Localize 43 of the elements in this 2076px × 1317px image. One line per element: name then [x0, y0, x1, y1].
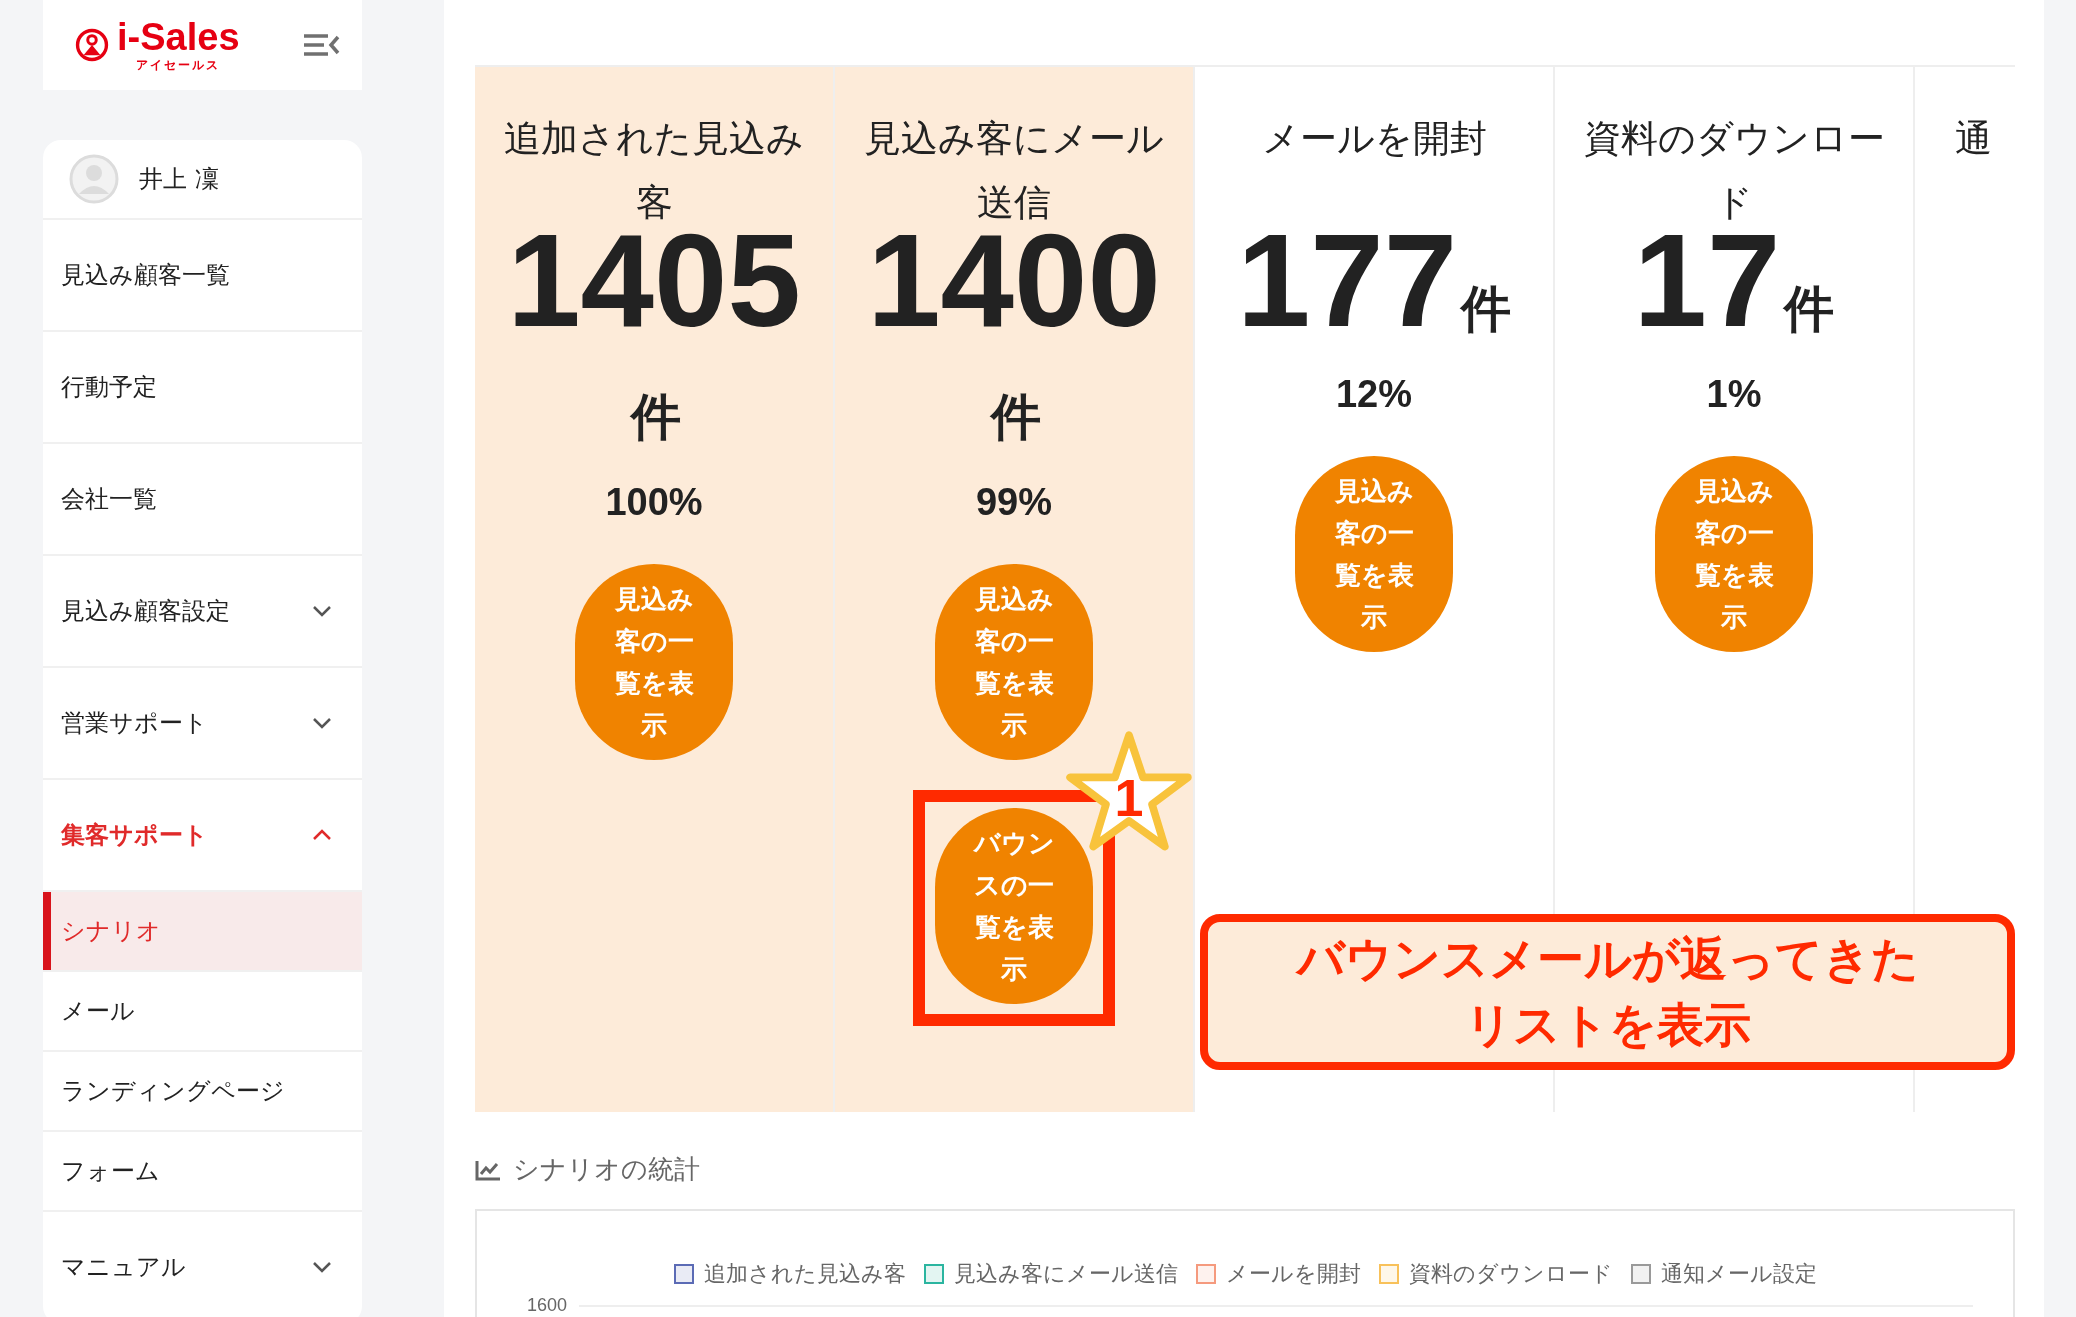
- nav-item[interactable]: 見込み顧客一覧: [43, 220, 362, 332]
- metric-percent: 12%: [1335, 373, 1413, 416]
- legend-item[interactable]: 見込み客にメール送信: [923, 1259, 1178, 1289]
- line-chart-icon: [475, 1158, 501, 1181]
- nav-item[interactable]: マニュアル: [43, 1212, 362, 1317]
- avatar-icon: [69, 154, 119, 204]
- metric-unit: 件: [631, 387, 681, 448]
- user-name: 井上 凜: [139, 164, 219, 195]
- nav-subitem[interactable]: ランディングページ: [43, 1052, 362, 1132]
- metric-count: 1405: [507, 231, 801, 331]
- legend-item[interactable]: 資料のダウンロード: [1378, 1259, 1613, 1289]
- nav-subitem[interactable]: フォーム: [43, 1132, 362, 1212]
- nav-subitem[interactable]: シナリオ: [43, 892, 362, 972]
- metric-title: メールを開封: [1260, 116, 1488, 162]
- legend-item[interactable]: 追加された見込み客: [673, 1259, 906, 1289]
- metric-count: 177: [1236, 231, 1458, 331]
- metric-unit: 件: [1461, 279, 1512, 340]
- metric-percent: 1%: [1706, 373, 1762, 416]
- metric-count: 1400: [867, 231, 1161, 331]
- axis-label: 1600: [527, 1295, 568, 1316]
- section-title: シナリオの統計: [513, 1153, 700, 1186]
- metric-unit: 件: [1784, 279, 1835, 340]
- legend-item[interactable]: 通知メール設定: [1630, 1259, 1817, 1289]
- metric-title: 通: [1955, 116, 1992, 162]
- callout-note: バウンスメールが返ってきたリストを表示: [1200, 914, 2015, 1070]
- metric-count: 17: [1633, 231, 1781, 331]
- metric-percent: 100%: [605, 481, 703, 524]
- collapse-menu-icon[interactable]: [304, 33, 340, 57]
- metric-title: 見込み客にメール送信: [863, 116, 1165, 226]
- logo-icon: [75, 28, 109, 62]
- nav-item[interactable]: 会社一覧: [43, 444, 362, 556]
- nav-item[interactable]: 行動予定: [43, 332, 362, 444]
- brand-name: i-Sales: [117, 16, 240, 57]
- metric-percent: 99%: [975, 481, 1053, 524]
- legend-item[interactable]: メールを開封: [1195, 1259, 1361, 1289]
- nav-item[interactable]: 見込み顧客設定: [43, 556, 362, 668]
- step-star: 1: [1065, 730, 1193, 853]
- nav-subitem[interactable]: メール: [43, 972, 362, 1052]
- metric-unit: 件: [991, 387, 1041, 448]
- metric-title: 追加された見込み客: [503, 116, 805, 226]
- nav-item[interactable]: 営業サポート: [43, 668, 362, 780]
- metric-title: 資料のダウンロード: [1582, 116, 1886, 226]
- brand-kana: アイセールス: [136, 56, 221, 74]
